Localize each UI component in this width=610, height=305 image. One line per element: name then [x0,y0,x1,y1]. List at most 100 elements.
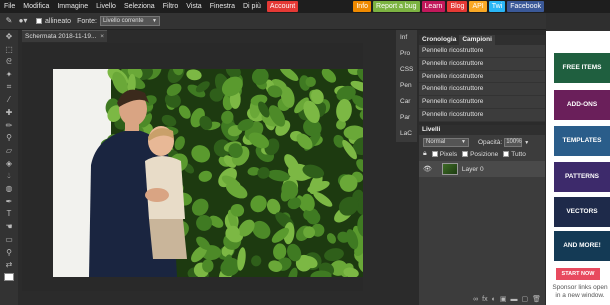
history-item[interactable]: Pennello ricostruttore [419,96,545,109]
panel-brushes[interactable]: Pen [396,78,417,94]
menu-select[interactable]: Seleziona [120,0,159,13]
lock-pixels-checkbox[interactable] [431,151,438,157]
lock-pixels-label: Pixels [439,150,458,158]
badge-api[interactable]: API [469,1,487,12]
heal-tool-icon[interactable]: ✚ [0,106,18,119]
shape-tool-icon[interactable]: ▭ [0,233,18,246]
brush-tool-icon[interactable]: ✏ [0,119,18,132]
ad-header [546,13,610,31]
hand-tool-icon[interactable]: ☚ [0,220,18,233]
badge-info[interactable]: Info [353,1,372,12]
tab-history[interactable]: Cronologia [419,35,459,45]
lock-icon: 🔒︎ [423,150,427,157]
opacity-input[interactable]: 100% [504,138,523,147]
history-item[interactable]: Pennello ricostruttore [419,83,545,97]
menu-image[interactable]: Immagine [53,0,92,13]
source-select[interactable]: Livello corrente ▼ [99,16,160,26]
history-item[interactable]: Pennello ricostruttore [419,109,545,122]
adjust-icon[interactable]: ◐ [492,296,496,303]
document-tab[interactable]: Schermata 2018-11-19... × [22,30,107,42]
ad-and-more[interactable]: AND MORE! [554,231,610,261]
layers-title: Livelli [419,125,545,135]
wand-tool-icon[interactable]: ✦ [0,68,18,81]
badge-report-bug[interactable]: Report a bug [373,1,420,12]
ad-patterns[interactable]: PATTERNS [554,162,610,192]
lock-all-label: Tutto [511,150,526,158]
badge-learn[interactable]: Learn [421,1,446,12]
close-icon[interactable]: × [100,31,104,42]
color-swatch-icon[interactable] [0,271,18,284]
clone-tool-icon[interactable]: ⚲ [0,132,18,145]
chevron-down-icon: ▼ [461,139,466,145]
menu-view[interactable]: Vista [182,0,205,13]
menu-window[interactable]: Finestra [206,0,239,13]
menu-bar: File Modifica Immagine Livello Seleziona… [0,0,610,13]
eraser-tool-icon[interactable]: ▱ [0,144,18,157]
tools-sidebar: ✥ ⬚ ᘓ ✦ ⌗ ⁄ ✚ ✏ ⚲ ▱ ◈ 💧︎ ◍ ✒ T ☚ ▭ ⚲ ⇄ [0,30,18,305]
photo-canvas [53,69,363,277]
lasso-tool-icon[interactable]: ᘓ [0,55,18,68]
effects-icon[interactable]: fx [482,296,487,303]
lock-all-checkbox[interactable] [503,151,510,157]
ad-column: FREE ITEMS ADD-ONS TEMPLATES PATTERNS VE… [546,13,610,305]
menu-more[interactable]: Di più [239,0,265,13]
badge-blog[interactable]: Blog [447,1,468,12]
menu-edit[interactable]: Modifica [19,0,53,13]
swap-colors-icon[interactable]: ⇄ [0,258,18,271]
chevron-down-icon: ▼ [151,18,157,24]
brush-size-icon[interactable]: ●▾ [18,16,28,26]
menu-account[interactable]: Account [266,1,299,12]
panel-paragraph[interactable]: Par [396,110,417,126]
source-label: Fonte: [77,17,97,25]
link-icon[interactable]: ∞ [473,296,478,303]
panel-layer-comps[interactable]: LaC [396,126,417,142]
new-layer-icon[interactable]: ▢ [521,295,528,303]
lock-position-checkbox[interactable] [462,151,469,157]
bucket-tool-icon[interactable]: ◈ [0,157,18,170]
text-tool-icon[interactable]: T [0,208,18,221]
layers-footer: ∞ fx ◐ ▣ ▬ ▢ 🗑︎ [419,293,545,305]
folder-icon[interactable]: ▬ [510,296,517,303]
badge-facebook[interactable]: Facebook [507,1,544,12]
aligned-label: allineato [45,17,72,25]
collapsed-panels: Inf Pro CSS Pen Car Par LaC [396,30,417,142]
aligned-checkbox[interactable] [36,18,42,24]
pen-tool-icon[interactable]: ✒ [0,195,18,208]
panel-css[interactable]: CSS [396,62,417,78]
history-item[interactable]: Pennello ricostruttore [419,45,545,58]
trash-icon[interactable]: 🗑︎ [532,295,541,303]
crop-tool-icon[interactable]: ⌗ [0,81,18,94]
ad-free-items[interactable]: FREE ITEMS [554,53,610,83]
opacity-label: Opacità: [478,139,503,146]
status-strip [22,292,363,305]
panel-info[interactable]: Inf [396,30,417,46]
ad-templates[interactable]: TEMPLATES [554,126,610,156]
blur-tool-icon[interactable]: 💧︎ [0,170,18,183]
badge-twitter[interactable]: Twi [488,1,506,12]
menu-layer[interactable]: Livello [92,0,120,13]
layer-row[interactable]: 👁︎ Layer 0 [419,161,545,177]
ad-vectors[interactable]: VECTORS [554,197,610,227]
document-image[interactable] [53,69,363,277]
history-item[interactable]: Pennello ricostruttore [419,71,545,84]
chevron-down-icon[interactable]: ▼ [524,140,529,146]
options-toolbar: ✎ ●▾ allineato Fonte: Livello corrente ▼ [0,13,610,30]
move-tool-icon[interactable]: ✥ [0,30,18,43]
blend-mode-select[interactable]: Normal ▼ [423,138,469,147]
layer-thumbnail [441,163,458,175]
eyedropper-tool-icon[interactable]: ⁄ [0,93,18,106]
sponge-tool-icon[interactable]: ◍ [0,182,18,195]
ad-add-ons[interactable]: ADD-ONS [554,90,610,120]
menu-filter[interactable]: Filtro [159,0,183,13]
start-now-button[interactable]: START NOW [556,268,600,280]
eye-icon[interactable]: 👁︎ [423,165,432,173]
tab-samples[interactable]: Campioni [459,35,495,45]
marquee-tool-icon[interactable]: ⬚ [0,43,18,56]
menu-file[interactable]: File [0,0,19,13]
panel-characters[interactable]: Car [396,94,417,110]
layers-panel: Livelli Normal ▼ Opacità: 100% ▼ 🔒︎ Pixel… [419,125,545,305]
history-item[interactable]: Pennello ricostruttore [419,58,545,71]
zoom-tool-icon[interactable]: ⚲ [0,246,18,259]
panel-properties[interactable]: Pro [396,46,417,62]
mask-icon[interactable]: ▣ [500,295,507,303]
